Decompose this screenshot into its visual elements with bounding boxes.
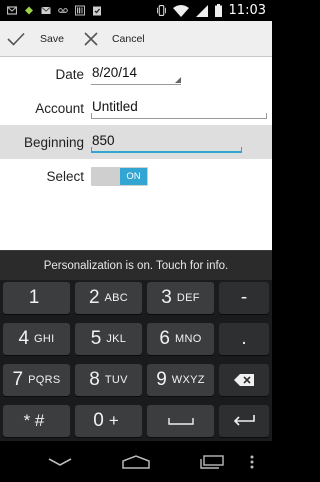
navigation-bar bbox=[0, 441, 272, 482]
gmail-icon bbox=[41, 6, 51, 14]
account-label: Account bbox=[35, 100, 84, 116]
key-dot[interactable]: . bbox=[219, 323, 269, 355]
backspace-key[interactable] bbox=[219, 364, 269, 396]
transaction-form: Date 8/20/14 Account Untitled Beginning … bbox=[0, 57, 272, 250]
key-minus[interactable]: - bbox=[219, 282, 269, 314]
enter-icon bbox=[233, 415, 255, 426]
clipboard-icon bbox=[93, 6, 101, 16]
save-label: Save bbox=[40, 32, 64, 45]
beginning-label: Beginning bbox=[23, 134, 84, 150]
notification-icons bbox=[0, 0, 102, 21]
signal-icon bbox=[195, 4, 208, 17]
status-bar: 11:03 bbox=[0, 0, 272, 21]
date-spinner[interactable]: 8/20/14 bbox=[91, 63, 181, 85]
select-toggle[interactable]: ON bbox=[91, 166, 148, 186]
date-row: Date 8/20/14 bbox=[0, 57, 272, 91]
date-label: Date bbox=[55, 66, 84, 82]
key-3[interactable]: 3 DEF bbox=[147, 282, 214, 314]
action-bar: Save Cancel bbox=[0, 21, 272, 57]
personalization-banner[interactable]: Personalization is on. Touch for info. bbox=[0, 250, 272, 280]
account-field[interactable]: Untitled bbox=[91, 97, 267, 119]
enter-key[interactable] bbox=[219, 405, 269, 437]
battery-icon bbox=[214, 4, 222, 17]
barcode-icon bbox=[75, 5, 85, 16]
cancel-label: Cancel bbox=[111, 32, 145, 45]
beginning-value: 850 bbox=[92, 133, 115, 148]
key-star-hash[interactable]: * # bbox=[3, 405, 70, 437]
save-button[interactable]: Save bbox=[0, 21, 64, 57]
key-4[interactable]: 4 GHI bbox=[3, 323, 70, 355]
close-icon bbox=[84, 31, 98, 46]
key-2[interactable]: 2 ABC bbox=[75, 282, 142, 314]
account-value: Untitled bbox=[92, 99, 138, 114]
key-6[interactable]: 6 MNO bbox=[147, 323, 214, 355]
back-button[interactable] bbox=[30, 441, 90, 482]
backspace-icon bbox=[234, 374, 254, 386]
key-9[interactable]: 9 WXYZ bbox=[147, 364, 214, 396]
overflow-menu-icon bbox=[250, 455, 254, 468]
key-1[interactable]: 1 bbox=[3, 282, 70, 314]
select-label: Select bbox=[46, 168, 84, 184]
back-chevron-icon bbox=[48, 457, 72, 466]
toggle-on-label: ON bbox=[120, 167, 147, 185]
dropdown-arrow-icon bbox=[175, 77, 181, 83]
beginning-field[interactable]: 850 bbox=[91, 131, 242, 153]
hangouts-icon bbox=[25, 6, 33, 15]
key-7[interactable]: 7 PQRS bbox=[3, 364, 70, 396]
overflow-menu-button[interactable] bbox=[232, 441, 272, 482]
account-row: Account Untitled bbox=[0, 91, 272, 125]
checkmark-icon bbox=[7, 32, 25, 46]
wifi-icon bbox=[172, 4, 189, 17]
space-key[interactable] bbox=[147, 405, 214, 437]
numeric-keyboard: Personalization is on. Touch for info. 1… bbox=[0, 250, 272, 441]
key-0[interactable]: 0 + bbox=[75, 405, 142, 437]
date-value: 8/20/14 bbox=[92, 65, 138, 80]
home-button[interactable] bbox=[106, 441, 166, 482]
recents-icon bbox=[200, 454, 224, 469]
clock: 11:03 bbox=[228, 3, 266, 18]
home-icon bbox=[122, 454, 150, 469]
system-status: 11:03 bbox=[156, 0, 266, 21]
vibrate-icon bbox=[156, 5, 166, 16]
beginning-row: Beginning 850 bbox=[0, 125, 272, 159]
email-icon bbox=[7, 6, 17, 15]
key-5[interactable]: 5 JKL bbox=[75, 323, 142, 355]
voicemail-icon bbox=[58, 8, 68, 13]
cancel-button[interactable]: Cancel bbox=[84, 21, 145, 57]
key-8[interactable]: 8 TUV bbox=[75, 364, 142, 396]
space-icon bbox=[167, 418, 194, 425]
select-row: Select ON bbox=[0, 159, 272, 193]
